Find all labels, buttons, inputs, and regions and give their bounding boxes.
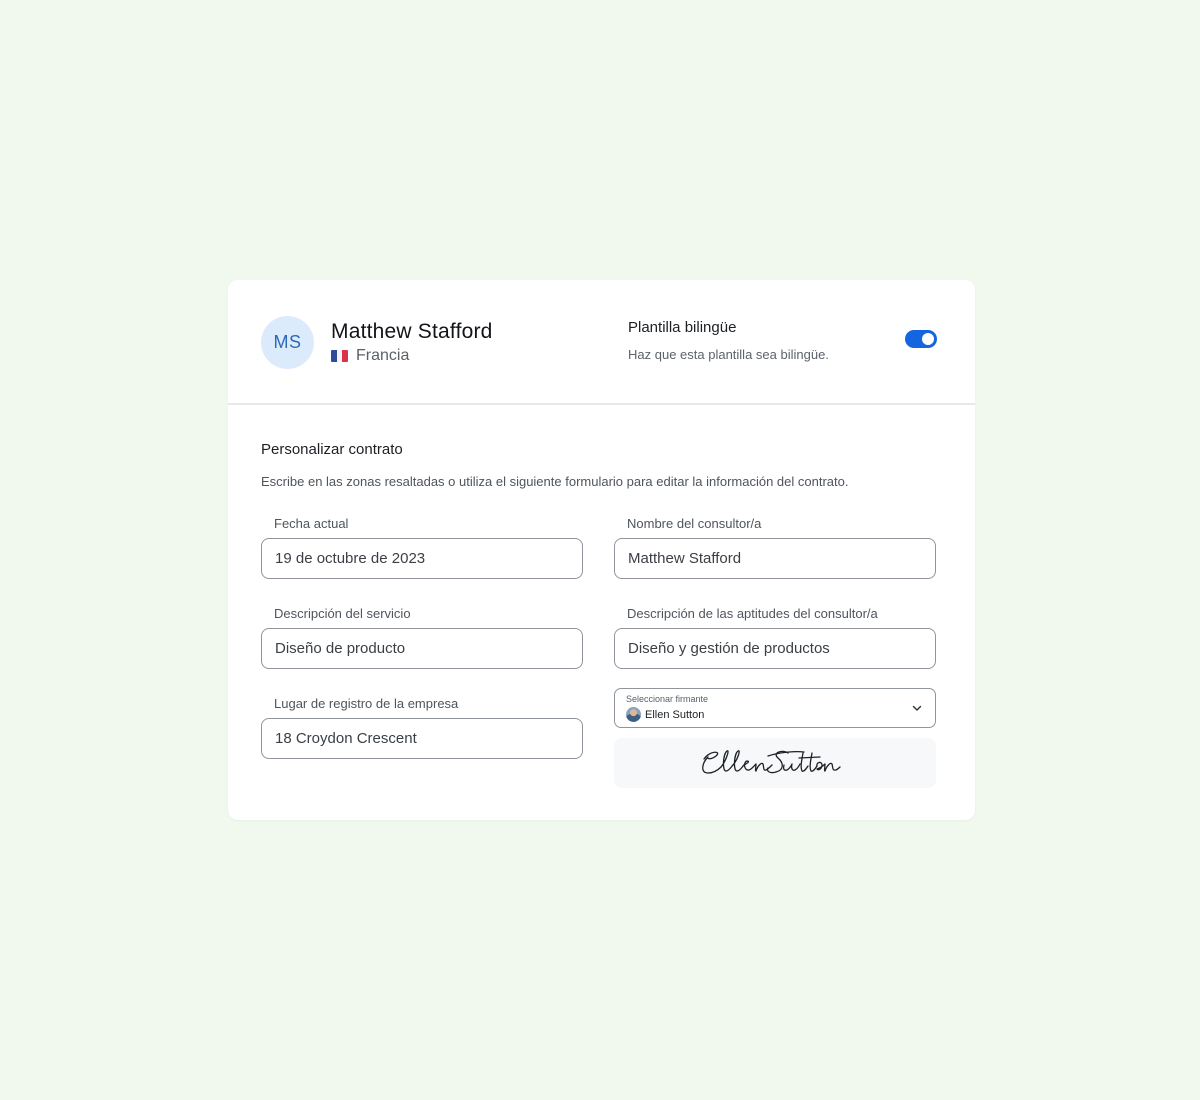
signer-avatar-icon	[626, 707, 641, 722]
service-description-input[interactable]	[261, 628, 583, 669]
signature-image	[702, 750, 841, 774]
section-title: Personalizar contrato	[261, 441, 403, 458]
current-date-input[interactable]	[261, 538, 583, 579]
bilingual-toggle[interactable]	[905, 330, 937, 348]
service-description-label: Descripción del servicio	[274, 606, 411, 621]
user-avatar: MS	[261, 316, 314, 369]
company-registration-input[interactable]	[261, 718, 583, 759]
france-flag-icon	[331, 350, 348, 362]
consultant-name-label: Nombre del consultor/a	[627, 516, 762, 531]
bilingual-title: Plantilla bilingüe	[628, 319, 737, 336]
signature-preview	[614, 738, 936, 788]
consultant-skills-input[interactable]	[614, 628, 936, 669]
user-country: Francia	[331, 347, 409, 365]
signer-select[interactable]: Seleccionar firmante Ellen Sutton	[614, 688, 936, 728]
consultant-name-input[interactable]	[614, 538, 936, 579]
signer-selected: Ellen Sutton	[626, 707, 704, 722]
contract-card: MS Matthew Stafford Francia Plantilla bi…	[228, 280, 975, 820]
consultant-skills-label: Descripción de las aptitudes del consult…	[627, 606, 878, 621]
signer-name: Ellen Sutton	[645, 708, 705, 721]
country-label: Francia	[356, 347, 410, 364]
section-description: Escribe en las zonas resaltadas o utiliz…	[261, 474, 849, 489]
company-registration-label: Lugar de registro de la empresa	[274, 696, 459, 711]
chevron-down-icon[interactable]	[911, 702, 923, 714]
signer-select-caption: Seleccionar firmante	[626, 694, 709, 704]
card-header: MS Matthew Stafford Francia Plantilla bi…	[228, 280, 975, 405]
bilingual-description: Haz que esta plantilla sea bilingüe.	[628, 347, 829, 362]
toggle-knob	[922, 333, 934, 345]
user-name: Matthew Stafford	[331, 320, 493, 343]
avatar-initials: MS	[273, 332, 302, 352]
current-date-label: Fecha actual	[274, 516, 349, 531]
